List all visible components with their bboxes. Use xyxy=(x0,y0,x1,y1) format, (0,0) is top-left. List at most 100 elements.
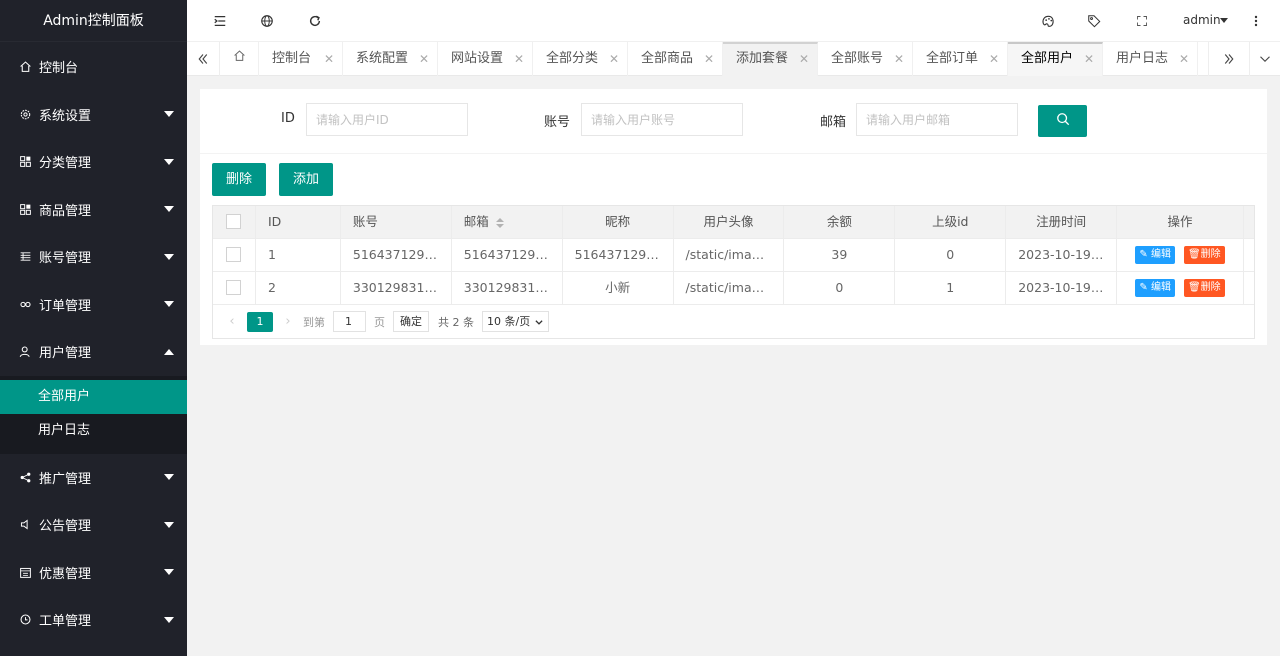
column-header-email[interactable]: 邮箱 xyxy=(452,206,563,238)
tab-home[interactable] xyxy=(220,42,259,76)
prev-page-icon[interactable]: ‹ xyxy=(223,314,241,329)
tab-add-package[interactable]: 添加套餐 ✕ xyxy=(723,42,818,76)
sidebar-item-orders[interactable]: 订单管理 xyxy=(0,281,187,329)
page-size-value: 10 条/页 xyxy=(487,315,531,328)
close-icon[interactable]: ✕ xyxy=(1179,42,1189,76)
goto-confirm-button[interactable]: 确定 xyxy=(393,311,429,332)
row-checkbox[interactable] xyxy=(226,279,242,295)
tabs-scroll-right-icon[interactable] xyxy=(1208,42,1250,76)
tab-all-products[interactable]: 全部商品 ✕ xyxy=(628,42,723,76)
column-header-nickname[interactable]: 昵称 xyxy=(563,206,674,238)
sidebar-item-accounts[interactable]: 账号管理 xyxy=(0,233,187,281)
column-header-reg-time[interactable]: 注册时间 xyxy=(1006,206,1118,238)
tabs-scroll-left-icon[interactable] xyxy=(187,42,220,76)
tab-label: 全部商品 xyxy=(641,51,694,66)
close-icon[interactable]: ✕ xyxy=(514,42,524,76)
sidebar-item-category[interactable]: 分类管理 xyxy=(0,138,187,186)
tab-system-config[interactable]: 系统配置 ✕ xyxy=(343,42,438,76)
close-icon[interactable]: ✕ xyxy=(419,42,429,76)
sidebar-item-products[interactable]: 商品管理 xyxy=(0,186,187,234)
tab-all-categories[interactable]: 全部分类 ✕ xyxy=(533,42,628,76)
refresh-icon[interactable] xyxy=(305,11,325,31)
tab-dashboard[interactable]: 控制台 ✕ xyxy=(259,42,343,76)
next-page-icon[interactable]: › xyxy=(279,314,297,329)
content-card: ID 账号 邮箱 删除 添加 ID 账号 邮箱 昵称 用户头像 余额 上级id xyxy=(200,89,1267,345)
globe-icon[interactable] xyxy=(257,11,277,31)
menu-fold-icon[interactable] xyxy=(210,11,230,31)
delete-button[interactable]: 🗑删除 xyxy=(1183,245,1225,264)
close-icon[interactable]: ✕ xyxy=(894,42,904,76)
sidebar-item-dashboard[interactable]: 控制台 xyxy=(0,43,187,91)
column-header-parent-id[interactable]: 上级id xyxy=(895,206,1007,238)
tab-all-accounts[interactable]: 全部账号 ✕ xyxy=(818,42,913,76)
tab-all-orders[interactable]: 全部订单 ✕ xyxy=(913,42,1008,76)
tab-label: 用户日志 xyxy=(1116,51,1169,66)
close-icon[interactable]: ✕ xyxy=(704,42,714,76)
sort-asc-icon[interactable] xyxy=(495,218,504,222)
sidebar-subitem-user-log[interactable]: 用户日志 xyxy=(0,414,187,448)
add-user-button[interactable]: 添加 xyxy=(279,163,334,196)
cell-avatar: /static/images... xyxy=(674,239,785,271)
close-icon[interactable]: ✕ xyxy=(324,42,334,76)
column-header-label: 邮箱 xyxy=(463,214,489,229)
user-menu-name[interactable]: admin xyxy=(1183,13,1221,27)
user-id-input[interactable] xyxy=(306,103,468,136)
sidebar-item-discount[interactable]: 优惠管理 xyxy=(0,549,187,597)
sort-desc-icon[interactable] xyxy=(495,224,504,228)
user-email-input[interactable] xyxy=(856,103,1018,136)
sidebar-item-label: 用户管理 xyxy=(39,346,92,362)
cell-actions: ✎ 编辑 🗑删除 xyxy=(1117,272,1244,304)
goto-page-input[interactable] xyxy=(333,311,366,332)
speaker-icon xyxy=(18,518,32,532)
tag-icon[interactable] xyxy=(1084,11,1104,31)
search-form: ID 账号 邮箱 xyxy=(200,89,1267,154)
column-header-id[interactable]: ID xyxy=(256,206,341,238)
chevron-down-icon[interactable] xyxy=(1220,18,1228,23)
delete-label: 删除 xyxy=(1200,281,1221,293)
search-button[interactable] xyxy=(1038,105,1087,137)
gear-icon xyxy=(18,107,32,121)
close-icon[interactable]: ✕ xyxy=(609,42,619,76)
share-icon xyxy=(18,470,32,484)
fullscreen-icon[interactable] xyxy=(1132,11,1152,31)
close-icon[interactable]: ✕ xyxy=(1084,44,1094,74)
tab-label: 全部订单 xyxy=(926,51,979,66)
more-vertical-icon[interactable] xyxy=(1246,11,1266,31)
tab-user-log[interactable]: 用户日志 ✕ xyxy=(1103,42,1198,76)
cell-reg-time: 2023-10-19 1... xyxy=(1006,239,1118,271)
sidebar-item-users[interactable]: 用户管理 xyxy=(0,328,187,376)
bulk-delete-button[interactable]: 删除 xyxy=(212,163,267,196)
chevron-down-icon xyxy=(164,301,174,308)
pencil-icon: ✎ xyxy=(1139,281,1148,293)
sidebar-item-notice[interactable]: 公告管理 xyxy=(0,501,187,549)
tab-site-settings[interactable]: 网站设置 ✕ xyxy=(438,42,533,76)
cell-id: 1 xyxy=(256,239,341,271)
calendar-icon xyxy=(18,565,32,579)
sidebar-item-system-settings[interactable]: 系统设置 xyxy=(0,91,187,139)
column-header-account[interactable]: 账号 xyxy=(341,206,452,238)
chevron-down-icon xyxy=(164,474,174,481)
chevron-up-icon xyxy=(164,348,174,355)
close-icon[interactable]: ✕ xyxy=(799,44,809,74)
edit-button[interactable]: ✎ 编辑 xyxy=(1135,278,1175,297)
column-header-avatar[interactable]: 用户头像 xyxy=(674,206,785,238)
close-icon[interactable]: ✕ xyxy=(989,42,999,76)
chevron-down-icon xyxy=(164,521,174,528)
tab-all-users[interactable]: 全部用户 ✕ xyxy=(1008,42,1103,76)
page-size-select[interactable]: 10 条/页 xyxy=(482,311,550,332)
sidebar-item-tickets[interactable]: 工单管理 xyxy=(0,596,187,644)
sidebar-item-promotion[interactable]: 推广管理 xyxy=(0,454,187,502)
user-account-input[interactable] xyxy=(581,103,743,136)
app-logo-title: Admin控制面板 xyxy=(0,0,187,42)
delete-button[interactable]: 🗑删除 xyxy=(1183,278,1225,297)
trash-icon: 🗑 xyxy=(1187,248,1201,260)
select-all-checkbox[interactable] xyxy=(226,213,242,229)
sidebar-subitem-all-users[interactable]: 全部用户 xyxy=(0,379,187,414)
home-icon xyxy=(233,42,246,76)
palette-icon[interactable] xyxy=(1038,11,1058,31)
column-header-balance[interactable]: 余额 xyxy=(784,206,896,238)
edit-button[interactable]: ✎ 编辑 xyxy=(1135,245,1175,264)
row-checkbox[interactable] xyxy=(226,246,242,262)
page-number-current[interactable]: 1 xyxy=(247,311,273,332)
tabs-dropdown-icon[interactable] xyxy=(1250,42,1280,76)
